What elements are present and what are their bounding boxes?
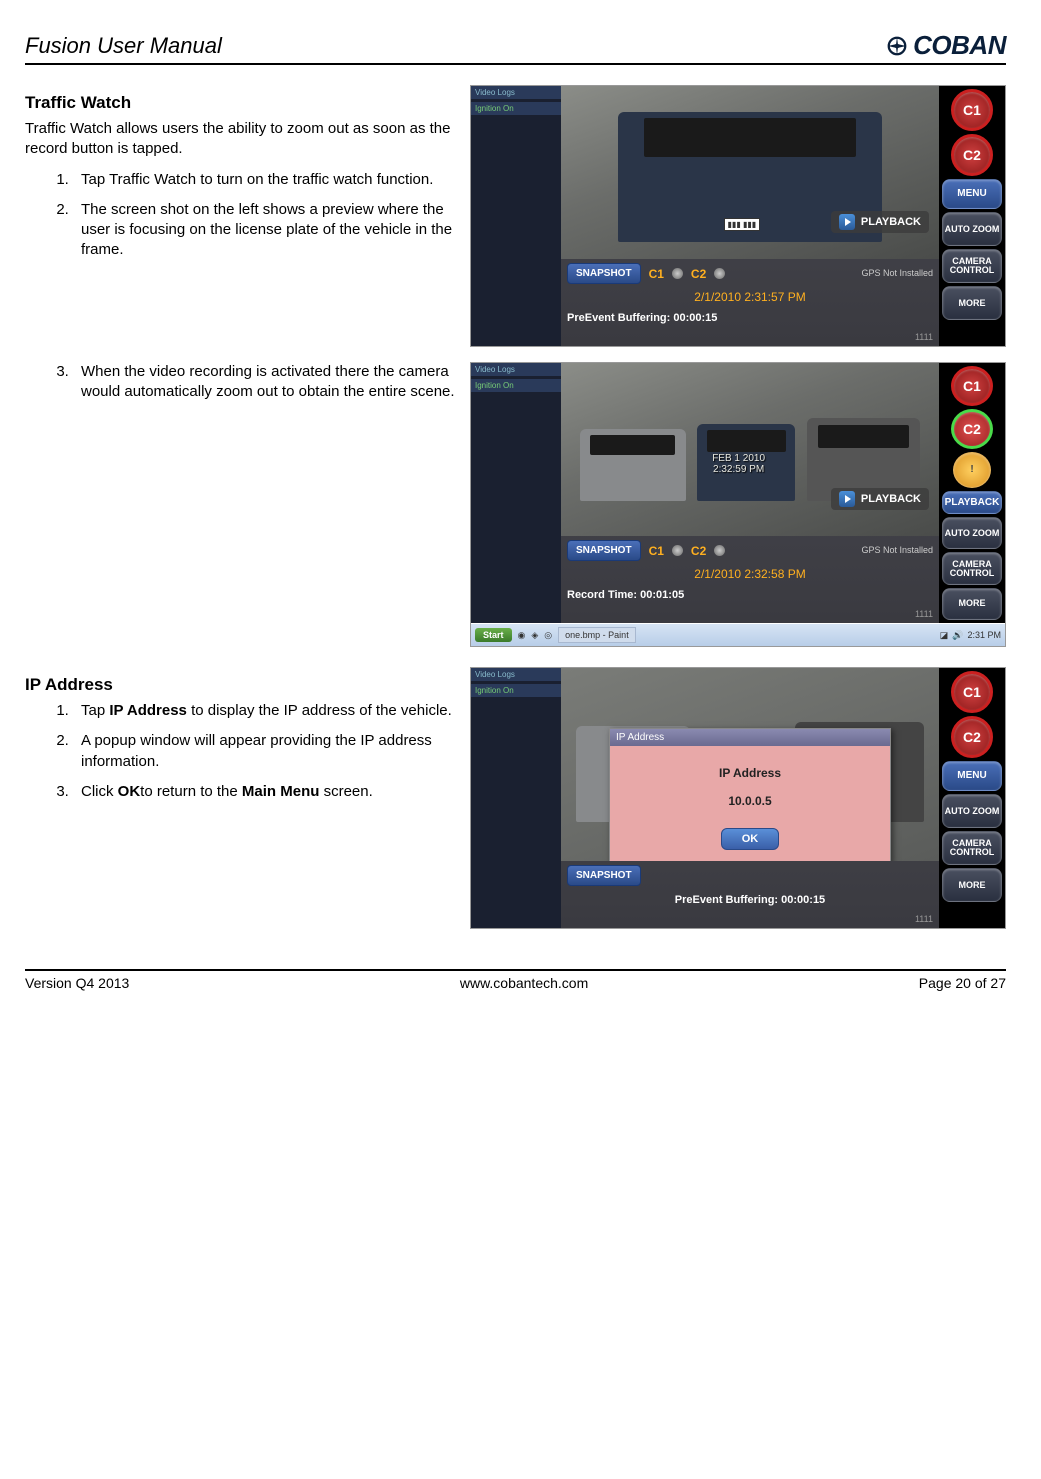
camera-control-button[interactable]: CAMERA CONTROL	[942, 249, 1002, 283]
logo-star-icon	[886, 35, 908, 57]
buffer-status: PreEvent Buffering: 00:00:15	[561, 890, 939, 914]
list-item: The screen shot on the left shows a prev…	[73, 200, 455, 261]
list-item: A popup window will appear providing the…	[73, 731, 455, 772]
list-item: Tap IP Address to display the IP address…	[73, 701, 455, 721]
video-preview: IP Address IP Address 10.0.0.5 OK	[561, 668, 939, 861]
video-logs-label: Video Logs	[471, 668, 561, 681]
coban-logo: COBAN	[886, 30, 1006, 61]
left-panel: Video Logs Ignition On	[471, 668, 561, 928]
manual-title: Fusion User Manual	[25, 33, 222, 59]
video-logs-label: Video Logs	[471, 363, 561, 376]
tray-icon[interactable]: ◪	[940, 630, 949, 641]
c1-radio[interactable]	[672, 268, 683, 279]
traffic-watch-intro: Traffic Watch allows users the ability t…	[25, 119, 455, 160]
url-label: www.cobantech.com	[460, 975, 588, 991]
video-preview: ▮▮▮ ▮▮▮ PLAYBACK	[561, 86, 939, 259]
page-footer: Version Q4 2013 www.cobantech.com Page 2…	[25, 969, 1006, 991]
snapshot-button[interactable]: SNAPSHOT	[567, 865, 641, 886]
version-label: Version Q4 2013	[25, 975, 129, 991]
camera-control-button[interactable]: CAMERA CONTROL	[942, 552, 1002, 584]
playback-button[interactable]: PLAYBACK	[831, 211, 929, 233]
c1-button[interactable]: C1	[951, 89, 993, 131]
taskbar-app[interactable]: one.bmp - Paint	[558, 627, 636, 643]
overlay-date: FEB 1 2010	[712, 453, 765, 464]
menu-button[interactable]: MENU	[942, 179, 1002, 209]
c1-button[interactable]: C1	[951, 671, 993, 713]
ip-address-heading: IP Address	[25, 675, 455, 695]
c2-label: C2	[691, 267, 706, 281]
c2-button[interactable]: C2	[951, 716, 993, 758]
overlay-time: 2:32:59 PM	[712, 464, 765, 475]
signal-indicator: 1111	[561, 914, 939, 928]
video-logs-label: Video Logs	[471, 86, 561, 99]
c1-button[interactable]: C1	[951, 366, 993, 406]
c1-label: C1	[649, 267, 664, 281]
start-button[interactable]: Start	[475, 628, 512, 642]
c2-button[interactable]: C2	[951, 409, 993, 449]
left-panel: Video Logs Ignition On	[471, 363, 561, 623]
playback-side-button[interactable]: PLAYBACK	[942, 491, 1002, 514]
c1-radio[interactable]	[672, 545, 683, 556]
c2-button[interactable]: C2	[951, 134, 993, 176]
autozoom-button[interactable]: AUTO ZOOM	[942, 212, 1002, 246]
ip-value: 10.0.0.5	[620, 794, 880, 808]
signal-indicator: 1111	[561, 609, 939, 623]
right-panel: C1 C2 MENU AUTO ZOOM CAMERA CONTROL MORE	[939, 86, 1005, 346]
snapshot-button[interactable]: SNAPSHOT	[567, 540, 641, 561]
play-icon	[839, 491, 855, 507]
list-item: Click OKto return to the Main Menu scree…	[73, 782, 455, 802]
c2-radio[interactable]	[714, 268, 725, 279]
play-icon	[839, 214, 855, 230]
snapshot-button[interactable]: SNAPSHOT	[567, 263, 641, 284]
ignition-label: Ignition On	[471, 102, 561, 115]
gps-status: GPS Not Installed	[861, 546, 933, 555]
video-preview: FEB 1 2010 2:32:59 PM PLAYBACK	[561, 363, 939, 536]
page-number: Page 20 of 27	[919, 975, 1006, 991]
quicklaunch-icon[interactable]: ◎	[544, 630, 552, 641]
gps-status: GPS Not Installed	[861, 269, 933, 278]
autozoom-button[interactable]: AUTO ZOOM	[942, 794, 1002, 828]
page-header: Fusion User Manual COBAN	[25, 30, 1006, 65]
screenshot-traffic-closeup: Video Logs Ignition On ▮▮▮ ▮▮▮ PLAYBACK	[470, 85, 1006, 347]
c2-label: C2	[691, 544, 706, 558]
c2-radio[interactable]	[714, 545, 725, 556]
popup-label: IP Address	[620, 766, 880, 780]
more-button[interactable]: MORE	[942, 286, 1002, 320]
quicklaunch-icon[interactable]: ◉	[518, 630, 526, 641]
ok-button[interactable]: OK	[721, 828, 780, 850]
screenshot-ip-address: Video Logs Ignition On IP Address IP Add…	[470, 667, 1006, 929]
windows-taskbar: Start ◉ ◈ ◎ one.bmp - Paint ◪ 🔊 2:31 PM	[471, 623, 1005, 646]
tray-icon[interactable]: 🔊	[952, 630, 963, 641]
list-item: Tap Traffic Watch to turn on the traffic…	[73, 170, 455, 190]
buffer-status: PreEvent Buffering: 00:00:15	[561, 308, 939, 332]
ip-address-popup: IP Address IP Address 10.0.0.5 OK	[609, 728, 891, 861]
list-item: When the video recording is activated th…	[73, 362, 455, 403]
ignition-label: Ignition On	[471, 379, 561, 392]
menu-button[interactable]: MENU	[942, 761, 1002, 791]
warning-button[interactable]: !	[953, 452, 991, 488]
record-status: Record Time: 00:01:05	[561, 585, 939, 609]
autozoom-button[interactable]: AUTO ZOOM	[942, 517, 1002, 549]
signal-indicator: 1111	[561, 332, 939, 346]
c1-label: C1	[649, 544, 664, 558]
timestamp: 2/1/2010 2:31:57 PM	[561, 288, 939, 308]
license-plate: ▮▮▮ ▮▮▮	[724, 218, 761, 231]
quicklaunch-icon[interactable]: ◈	[531, 630, 538, 641]
ignition-label: Ignition On	[471, 684, 561, 697]
traffic-watch-heading: Traffic Watch	[25, 93, 455, 113]
playback-button[interactable]: PLAYBACK	[831, 488, 929, 510]
tray-clock: 2:31 PM	[967, 630, 1001, 640]
right-panel: C1 C2 MENU AUTO ZOOM CAMERA CONTROL MORE	[939, 668, 1005, 928]
screenshot-traffic-wide: Video Logs Ignition On FEB 1 2010 2:32:5…	[470, 362, 1006, 647]
left-panel: Video Logs Ignition On	[471, 86, 561, 346]
more-button[interactable]: MORE	[942, 588, 1002, 620]
timestamp: 2/1/2010 2:32:58 PM	[561, 565, 939, 585]
more-button[interactable]: MORE	[942, 868, 1002, 902]
camera-control-button[interactable]: CAMERA CONTROL	[942, 831, 1002, 865]
popup-titlebar: IP Address	[610, 729, 890, 746]
logo-text: COBAN	[913, 30, 1006, 61]
right-panel: C1 C2 ! PLAYBACK AUTO ZOOM CAMERA CONTRO…	[939, 363, 1005, 623]
system-tray: ◪ 🔊 2:31 PM	[940, 630, 1001, 641]
